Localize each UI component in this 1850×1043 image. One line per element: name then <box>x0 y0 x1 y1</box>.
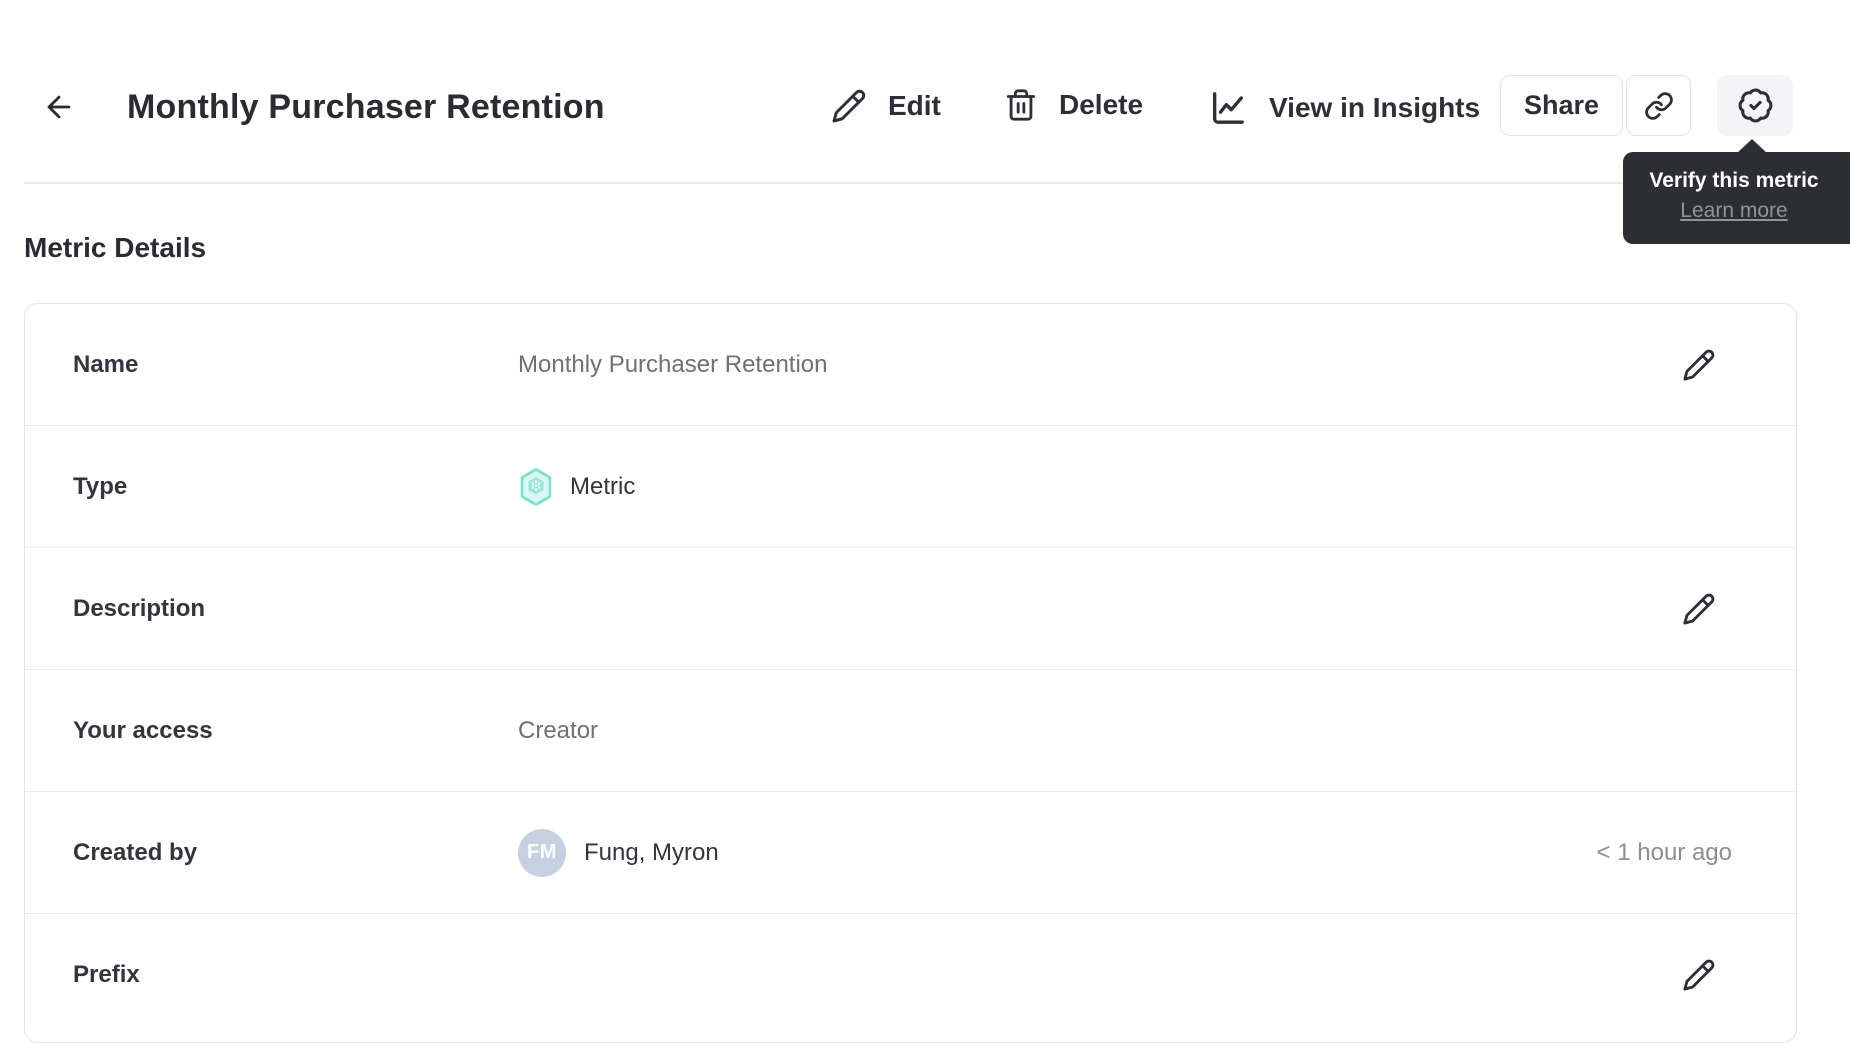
pencil-icon <box>831 88 867 124</box>
detail-row-name: Name Monthly Purchaser Retention <box>25 304 1796 426</box>
your-access-value: Creator <box>518 716 599 744</box>
edit-button[interactable]: Edit <box>831 88 941 124</box>
link-icon <box>1644 91 1674 121</box>
verify-metric-button[interactable] <box>1717 75 1793 136</box>
share-button-label: Share <box>1523 90 1600 120</box>
page-title: Monthly Purchaser Retention <box>127 88 605 126</box>
row-label: Description <box>73 594 206 622</box>
view-in-insights-button[interactable]: View in Insights <box>1208 88 1480 128</box>
line-chart-icon <box>1208 88 1248 128</box>
edit-pencil-icon <box>1682 958 1716 992</box>
edit-pencil-icon <box>1682 592 1716 626</box>
learn-more-link[interactable]: Learn more <box>1680 199 1787 223</box>
tooltip-title: Verify this metric <box>1649 169 1819 192</box>
edit-description-button[interactable] <box>1680 590 1718 628</box>
header-divider <box>24 182 1826 184</box>
type-value: Metric <box>570 472 636 500</box>
edit-name-button[interactable] <box>1680 346 1718 384</box>
badge-check-icon <box>1737 87 1774 124</box>
detail-row-description: Description <box>25 548 1796 670</box>
section-heading: Metric Details <box>24 232 207 263</box>
delete-button[interactable]: Delete <box>1004 88 1143 122</box>
detail-row-prefix: Prefix <box>25 914 1796 1036</box>
metric-hexagon-icon <box>518 467 554 507</box>
trash-icon <box>1004 88 1038 122</box>
edit-button-label: Edit <box>888 90 941 121</box>
row-label: Created by <box>73 838 198 866</box>
detail-row-your-access: Your access Creator <box>25 670 1796 792</box>
name-value: Monthly Purchaser Retention <box>518 350 828 378</box>
row-label: Your access <box>73 716 213 744</box>
created-timestamp: < 1 hour ago <box>1596 838 1732 866</box>
metric-details-card: Name Monthly Purchaser Retention Type Me… <box>24 303 1797 1043</box>
detail-row-created-by: Created by FM Fung, Myron < 1 hour ago <box>25 792 1796 914</box>
row-label: Type <box>73 472 128 500</box>
verify-tooltip: Verify this metric Learn more <box>1623 152 1850 244</box>
row-label: Prefix <box>73 961 140 988</box>
arrow-left-icon <box>42 90 76 124</box>
share-button[interactable]: Share <box>1500 75 1623 136</box>
row-label: Name <box>73 350 139 378</box>
copy-link-button[interactable] <box>1626 75 1691 136</box>
edit-prefix-button[interactable] <box>1680 956 1718 994</box>
back-button[interactable] <box>42 90 76 124</box>
detail-row-type: Type Metric <box>25 426 1796 548</box>
created-by-value: Fung, Myron <box>584 838 719 866</box>
delete-button-label: Delete <box>1059 89 1144 120</box>
tooltip-arrow <box>1736 139 1768 154</box>
view-in-insights-label: View in Insights <box>1269 92 1481 123</box>
edit-pencil-icon <box>1682 348 1716 382</box>
avatar: FM <box>518 828 566 877</box>
